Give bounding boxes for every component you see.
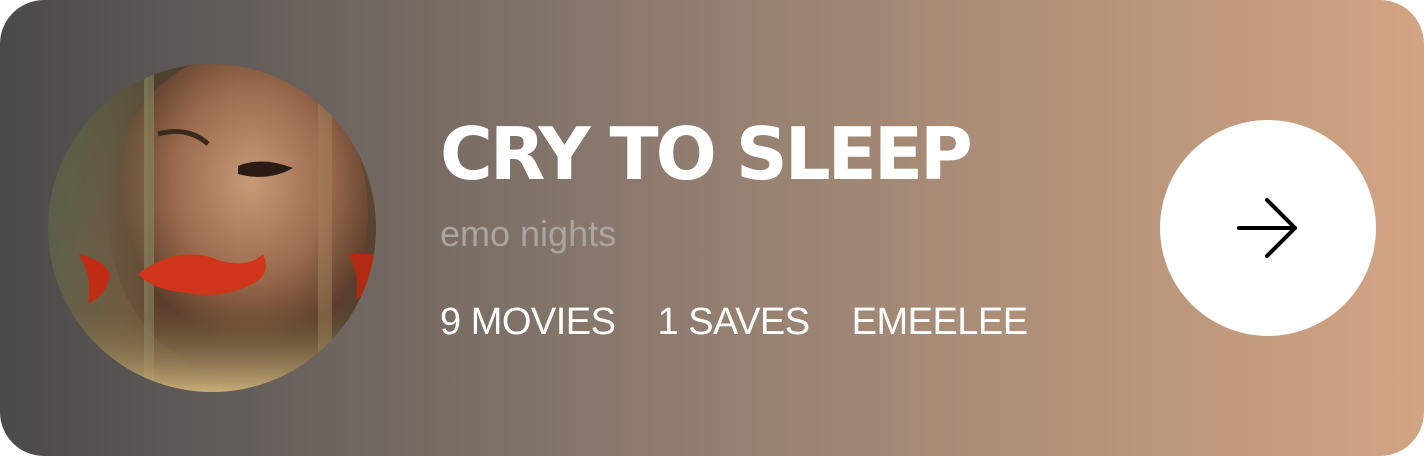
playlist-subtitle: emo nights	[440, 213, 617, 254]
playlist-title: CRY TO SLEEP	[440, 112, 973, 196]
playlist-card[interactable]: CRY TO SLEEP emo nights 9 MOVIES 1 SAVES…	[0, 0, 1424, 456]
author-name[interactable]: EMEELEE	[852, 300, 1029, 344]
playlist-cover-image	[48, 64, 376, 392]
open-playlist-button[interactable]	[1160, 120, 1376, 336]
arrow-right-icon	[1237, 198, 1297, 258]
playlist-stats: 9 MOVIES 1 SAVES EMEELEE	[440, 300, 1120, 344]
movie-count: 9 MOVIES	[440, 301, 616, 343]
save-count: 1 SAVES	[657, 301, 811, 343]
playlist-info: CRY TO SLEEP emo nights 9 MOVIES 1 SAVES…	[440, 108, 1120, 344]
